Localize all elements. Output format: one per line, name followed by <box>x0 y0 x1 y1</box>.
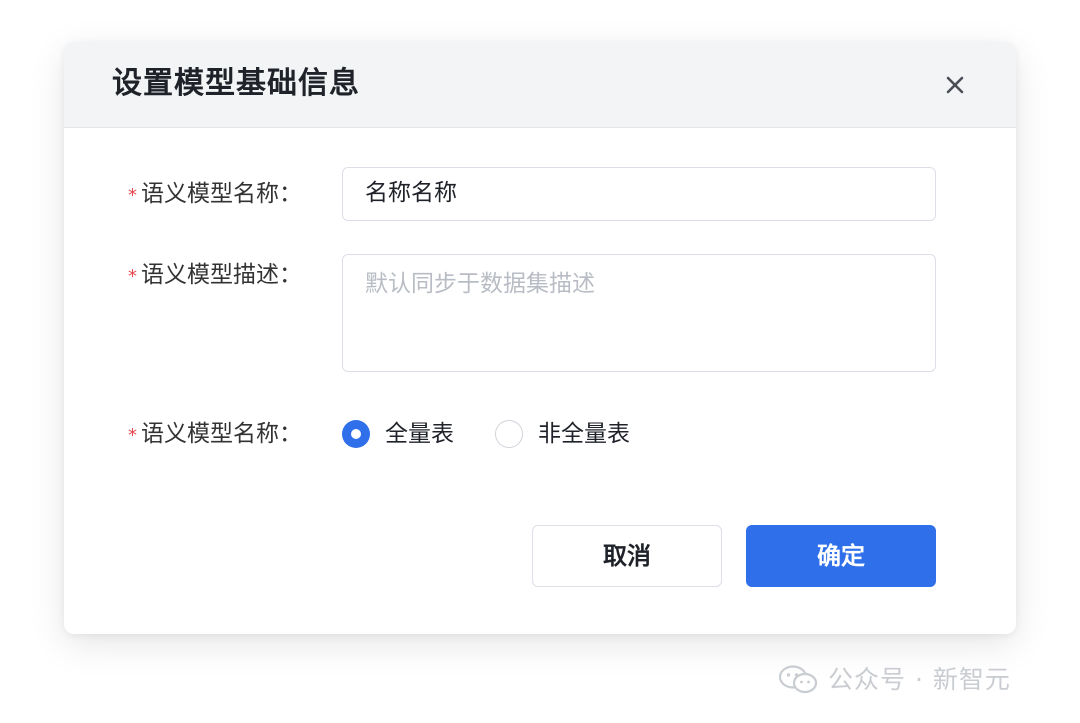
wechat-icon <box>778 665 818 694</box>
description-label-text: 语义模型描述： <box>141 262 302 288</box>
settings-dialog: 设置模型基础信息 * 语义模型名称： 名称名称 * 语义模型描述： 默认同步于数据集… <box>64 42 1016 634</box>
radio-unchecked-icon <box>495 420 523 448</box>
name-label: * 语义模型名称： <box>128 179 302 211</box>
table-type-label-text: 语义模型名称： <box>141 421 302 447</box>
dialog-header: 设置模型基础信息 <box>64 42 1016 128</box>
name-label-text: 语义模型名称： <box>141 181 302 207</box>
required-mark: * <box>128 185 137 206</box>
required-mark: * <box>128 425 137 446</box>
watermark-text: 公众号 · 新智元 <box>828 665 1011 694</box>
required-mark: * <box>128 266 137 287</box>
dialog-title: 设置模型基础信息 <box>112 66 360 101</box>
radio-partial-table-label: 非全量表 <box>538 421 630 447</box>
table-type-label: * 语义模型名称： <box>128 419 302 451</box>
description-label: * 语义模型描述： <box>128 260 302 292</box>
cancel-button[interactable]: 取消 <box>532 525 722 587</box>
model-description-textarea[interactable]: 默认同步于数据集描述 <box>342 254 936 372</box>
close-button[interactable] <box>938 68 972 102</box>
radio-full-table-label: 全量表 <box>385 421 454 447</box>
radio-checked-icon <box>342 420 370 448</box>
close-icon <box>946 76 964 94</box>
model-name-input[interactable]: 名称名称 <box>342 167 936 221</box>
page: 设置模型基础信息 * 语义模型名称： 名称名称 * 语义模型描述： 默认同步于数据集… <box>0 0 1080 723</box>
confirm-button[interactable]: 确定 <box>746 525 936 587</box>
